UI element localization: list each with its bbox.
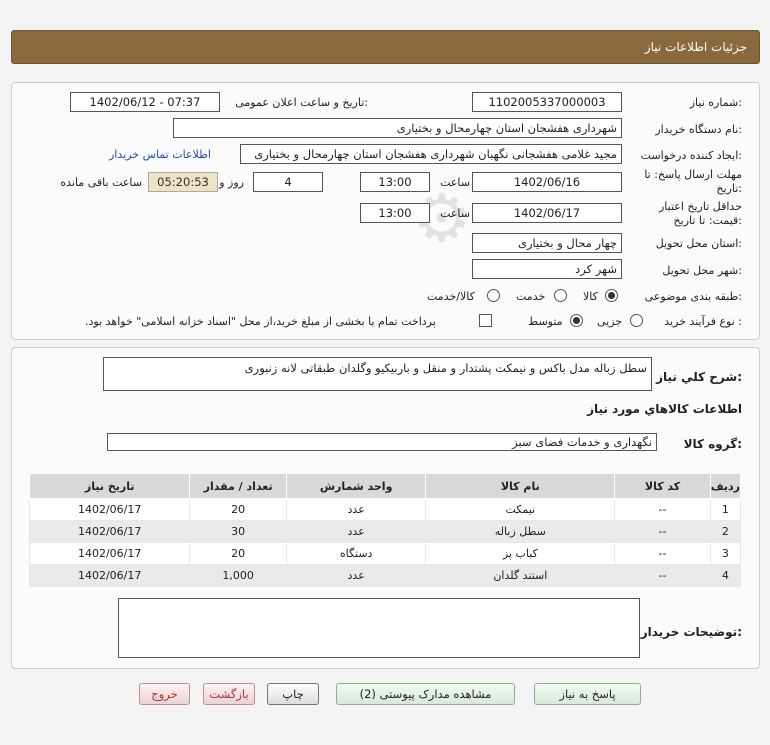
deadline-time-label: ساعت (440, 176, 470, 189)
reply-button[interactable]: پاسخ به نیاز (534, 683, 641, 705)
cell-row: 2 (709, 520, 742, 543)
deadline-label: مهلت ارسال پاسخ: تا تاریخ: (644, 168, 742, 195)
cell-row: 3 (709, 542, 742, 565)
summary-field: سطل زباله مدل باکس و نیمکت پشتدار و منقل… (103, 357, 652, 391)
province-field: چهار محال و بختیاری (472, 233, 622, 253)
cell-unit: عدد (285, 520, 427, 543)
cell-date: 1402/06/17 (28, 520, 191, 543)
validity-time-field: 13:00 (360, 203, 430, 223)
cell-qty: 1,000 (189, 564, 287, 587)
cell-unit: دستگاه (285, 542, 427, 565)
goods-table: ردیف کد کالا نام کالا واحد شمارش تعداد /… (28, 473, 742, 587)
cell-name: سطل زباله (425, 520, 616, 543)
cell-name: کباب پز (425, 542, 616, 565)
goods-section-title: اطلاعات کالاهاي مورد نياز (587, 402, 742, 416)
deadline-date-field: 1402/06/16 (472, 172, 622, 192)
page-title: جزئیات اطلاعات نیاز (644, 40, 747, 54)
province-label: استان محل تحویل: (655, 237, 742, 250)
category-option-service: خدمت (516, 290, 546, 303)
purchase-type-label: نوع فرآیند خرید : (664, 315, 742, 328)
category-radio-goods[interactable] (605, 289, 618, 302)
buyer-org-label: نام دستگاه خریدار: (655, 123, 742, 136)
category-radio-service[interactable] (554, 289, 567, 302)
cell-date: 1402/06/17 (28, 498, 191, 521)
table-row: 1 -- نیمکت عدد 20 1402/06/17 (28, 498, 742, 521)
cell-row: 4 (709, 564, 742, 587)
need-number-field: 1102005337000003 (472, 92, 622, 112)
days-label: روز و (219, 176, 244, 189)
remaining-label: ساعت باقی مانده (60, 176, 142, 189)
city-field: شهر کرد (472, 259, 622, 279)
col-row: ردیف (709, 473, 742, 499)
buyer-contact-link[interactable]: اطلاعات تماس خریدار (109, 148, 211, 161)
exit-button[interactable]: خروج (139, 683, 190, 705)
cell-code: -- (614, 542, 711, 565)
cell-code: -- (614, 564, 711, 587)
buyer-notes-field (118, 598, 640, 658)
days-remaining-field: 4 (253, 172, 323, 192)
goods-table-header: ردیف کد کالا نام کالا واحد شمارش تعداد /… (28, 473, 742, 499)
cell-qty: 20 (189, 542, 287, 565)
remaining-time-field: 05:20:53 (148, 172, 218, 192)
validity-time-label: ساعت (440, 207, 470, 220)
creator-field: مجید غلامی هفشجانی نگهبان شهرداری هفشجان… (240, 144, 622, 164)
cell-date: 1402/06/17 (28, 542, 191, 565)
col-code: کد کالا (614, 473, 711, 499)
cell-date: 1402/06/17 (28, 564, 191, 587)
page-header: جزئیات اطلاعات نیاز (11, 30, 760, 64)
treasury-payment-note: پرداخت تمام یا بخشی از مبلغ خرید،از محل … (85, 315, 436, 328)
cell-qty: 20 (189, 498, 287, 521)
announce-datetime-field: 1402/06/12 - 07:37 (70, 92, 220, 112)
col-qty: تعداد / مقدار (189, 473, 287, 499)
print-button[interactable]: چاپ (267, 683, 319, 705)
category-option-goods-service: کالا/خدمت (427, 290, 475, 303)
summary-label: شرح کلي نياز: (656, 370, 742, 384)
creator-label: ایجاد کننده درخواست: (640, 149, 742, 162)
cell-code: -- (614, 498, 711, 521)
cell-row: 1 (709, 498, 742, 521)
col-date: تاریخ نیاز (28, 473, 191, 499)
cell-unit: عدد (285, 564, 427, 587)
deadline-time-field: 13:00 (360, 172, 430, 192)
cell-name: نیمکت (425, 498, 616, 521)
table-row: 3 -- کباب پز دستگاه 20 1402/06/17 (28, 542, 742, 565)
category-label: طبقه بندی موضوعی: (644, 290, 742, 303)
table-row: 2 -- سطل زباله عدد 30 1402/06/17 (28, 520, 742, 543)
goods-group-label: گروه کالا: (683, 437, 742, 451)
category-option-goods: کالا (583, 290, 598, 303)
purchase-radio-minor[interactable] (630, 314, 643, 327)
buyer-notes-label: توضیحات خریدار: (640, 625, 742, 639)
treasury-payment-checkbox[interactable] (479, 314, 492, 327)
cell-qty: 30 (189, 520, 287, 543)
cell-name: استند گلدان (425, 564, 616, 587)
purchase-option-medium: متوسط (528, 315, 563, 328)
cell-code: -- (614, 520, 711, 543)
need-number-label: شماره نیاز: (689, 96, 742, 109)
city-label: شهر محل تحویل: (662, 264, 742, 277)
back-button[interactable]: بازگشت (203, 683, 255, 705)
goods-group-field: نگهداری و خدمات فضای سبز (107, 433, 657, 451)
buyer-org-field: شهرداری هفشجان استان چهارمحال و بختیاری (173, 118, 622, 138)
announce-label: تاریخ و ساعت اعلان عمومی: (235, 96, 368, 109)
cell-unit: عدد (285, 498, 427, 521)
purchase-radio-medium[interactable] (570, 314, 583, 327)
view-attachments-button[interactable]: مشاهده مدارک پیوستی (2) (336, 683, 515, 705)
validity-label: حداقل تاریخ اعتبار قیمت: تا تاریخ: (658, 200, 742, 227)
purchase-option-minor: جزیی (597, 315, 623, 328)
col-name: نام کالا (425, 473, 616, 499)
category-radio-goods-service[interactable] (487, 289, 500, 302)
table-row: 4 -- استند گلدان عدد 1,000 1402/06/17 (28, 564, 742, 587)
col-unit: واحد شمارش (285, 473, 427, 499)
validity-date-field: 1402/06/17 (472, 203, 622, 223)
